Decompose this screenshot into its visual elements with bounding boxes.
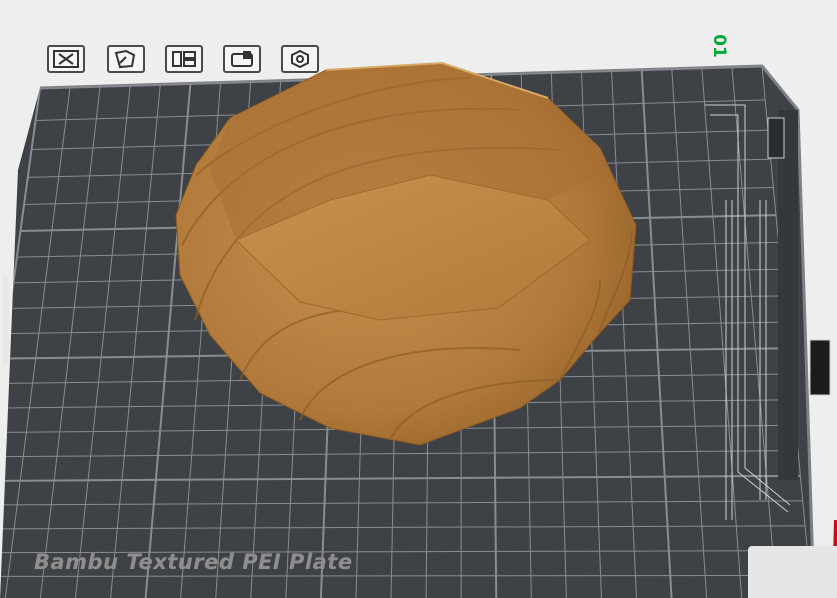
auto-orient-icon[interactable] xyxy=(107,45,145,73)
arrange-icon[interactable] xyxy=(165,45,203,73)
plate-badge xyxy=(767,117,785,159)
plate-number: 01 xyxy=(709,34,729,58)
plate-qr-code xyxy=(809,339,831,396)
view-cube[interactable] xyxy=(748,546,837,598)
build-plate-view[interactable] xyxy=(0,0,837,598)
remove-plate-icon[interactable] xyxy=(47,45,85,73)
lock-plate-icon[interactable] xyxy=(223,45,261,73)
plate-name-label: Bambu Textured PEI Plate xyxy=(34,550,353,574)
plate-settings-icon[interactable] xyxy=(281,45,319,73)
plate-right-rail xyxy=(778,110,798,480)
plate-left-marker xyxy=(3,275,9,365)
